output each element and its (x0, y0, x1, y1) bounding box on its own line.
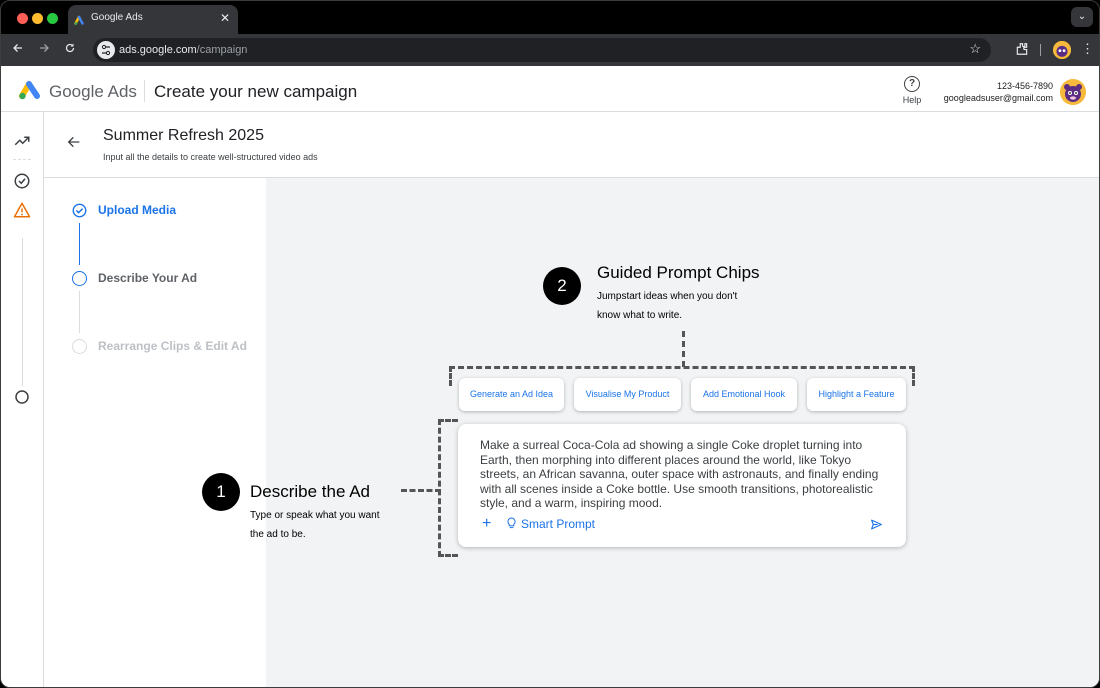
annotation-connector (401, 489, 441, 492)
browser-menu-icon[interactable]: ⋮ (1081, 41, 1094, 57)
annotation-connector (682, 331, 685, 367)
back-arrow-icon[interactable] (66, 134, 82, 155)
annotation-desc-guided: Jumpstart ideas when you don't know what… (597, 287, 737, 325)
step-current-icon (72, 271, 87, 286)
warning-icon[interactable] (13, 201, 31, 219)
account-email: googleadsuser@gmail.com (943, 93, 1053, 103)
annotation-badge-2: 2 (543, 267, 581, 305)
url-text: ads.google.com/campaign (119, 44, 247, 56)
browser-tab[interactable]: Google Ads ✕ (68, 5, 238, 34)
brand-name[interactable]: Google Ads (49, 82, 137, 102)
step-connector (79, 223, 80, 265)
add-attachment-icon[interactable]: + (482, 516, 491, 532)
annotation-desc-guided-line2: know what to write. (597, 310, 683, 321)
profile-avatar-icon[interactable] (1053, 41, 1071, 59)
campaign-title: Summer Refresh 2025 (103, 127, 264, 144)
app-header: Google Ads Create your new campaign ? He… (1, 66, 1099, 112)
steps-panel: Upload Media Describe Your Ad Rearrange … (44, 178, 266, 687)
annotation-desc-describe-line2: the ad to be. (250, 529, 306, 540)
browser-toolbar: ads.google.com/campaign ☆ ⋮ (1, 34, 1099, 66)
bookmark-star-icon[interactable]: ☆ (969, 41, 981, 57)
address-bar[interactable]: ads.google.com/campaign ☆ (93, 38, 991, 62)
tab-bar: Google Ads ✕ ⌄ (1, 1, 1099, 34)
annotation-title-guided: Guided Prompt Chips (597, 263, 760, 282)
header-divider (144, 80, 145, 102)
account-phone: 123-456-7890 (996, 81, 1053, 91)
prompt-highlight-frame (438, 419, 458, 557)
account-avatar[interactable] (1060, 79, 1086, 105)
url-domain: ads.google.com (119, 44, 197, 56)
rail-divider (13, 159, 31, 160)
tab-close-icon[interactable]: ✕ (220, 11, 230, 25)
prompt-textarea[interactable]: Make a surreal Coca-Cola ad showing a si… (480, 438, 890, 511)
tab-title: Google Ads (91, 12, 143, 23)
send-icon[interactable] (870, 518, 883, 536)
chip-highlight-feature[interactable]: Highlight a Feature (807, 378, 906, 411)
help-label: Help (902, 95, 922, 105)
left-nav-rail (1, 112, 44, 687)
trend-icon[interactable] (13, 132, 31, 150)
google-ads-logo-icon[interactable] (18, 80, 42, 105)
circle-icon[interactable] (13, 388, 31, 406)
rail-connector (22, 238, 23, 386)
step-upcoming-icon (72, 339, 87, 354)
tab-search-chevron-icon[interactable]: ⌄ (1071, 7, 1093, 27)
forward-icon[interactable] (35, 41, 53, 59)
browser-window: Google Ads ✕ ⌄ ads.google.com/campaign ☆ (0, 0, 1100, 688)
close-window-button[interactable] (17, 13, 28, 24)
smart-prompt-label: Smart Prompt (521, 517, 596, 531)
toolbar-separator (1040, 44, 1041, 56)
site-settings-icon[interactable] (97, 41, 115, 59)
google-ads-favicon-icon (74, 13, 86, 31)
campaign-subtitle: Input all the details to create well-str… (103, 152, 318, 162)
minimize-window-button[interactable] (32, 13, 43, 24)
check-circle-icon[interactable] (13, 172, 31, 190)
account-info[interactable]: 123-456-7890 googleadsuser@gmail.com (944, 80, 1053, 104)
step-completed-icon (72, 203, 87, 218)
extensions-icon[interactable] (1015, 42, 1029, 59)
campaign-header: Summer Refresh 2025 Input all the detail… (44, 112, 1099, 178)
annotation-badge-1: 1 (202, 473, 240, 511)
annotation-desc-describe: Type or speak what you want the ad to be… (250, 506, 380, 544)
step-upload-media[interactable]: Upload Media (98, 203, 176, 217)
page-title: Create your new campaign (154, 82, 358, 101)
annotation-title-describe: Describe the Ad (250, 482, 371, 501)
step-rearrange-clips[interactable]: Rearrange Clips & Edit Ad (98, 339, 247, 353)
url-path: /campaign (196, 44, 248, 56)
step-connector (79, 291, 80, 333)
help-icon: ? (904, 76, 920, 92)
chip-generate-ad-idea[interactable]: Generate an Ad Idea (459, 378, 564, 411)
prompt-input-card[interactable]: Make a surreal Coca-Cola ad showing a si… (458, 424, 906, 547)
chip-emotional-hook[interactable]: Add Emotional Hook (691, 378, 797, 411)
back-icon[interactable] (9, 41, 27, 59)
reload-icon[interactable] (61, 41, 79, 59)
smart-prompt-button[interactable]: Smart Prompt (506, 517, 595, 531)
maximize-window-button[interactable] (47, 13, 58, 24)
help-button[interactable]: ? Help (900, 76, 924, 105)
chip-visualise-product[interactable]: Visualise My Product (574, 378, 681, 411)
annotation-desc-guided-line1: Jumpstart ideas when you don't (597, 291, 738, 302)
lightbulb-icon (507, 517, 516, 529)
annotation-desc-describe-line1: Type or speak what you want (250, 510, 380, 521)
step-describe-your-ad[interactable]: Describe Your Ad (98, 271, 197, 285)
